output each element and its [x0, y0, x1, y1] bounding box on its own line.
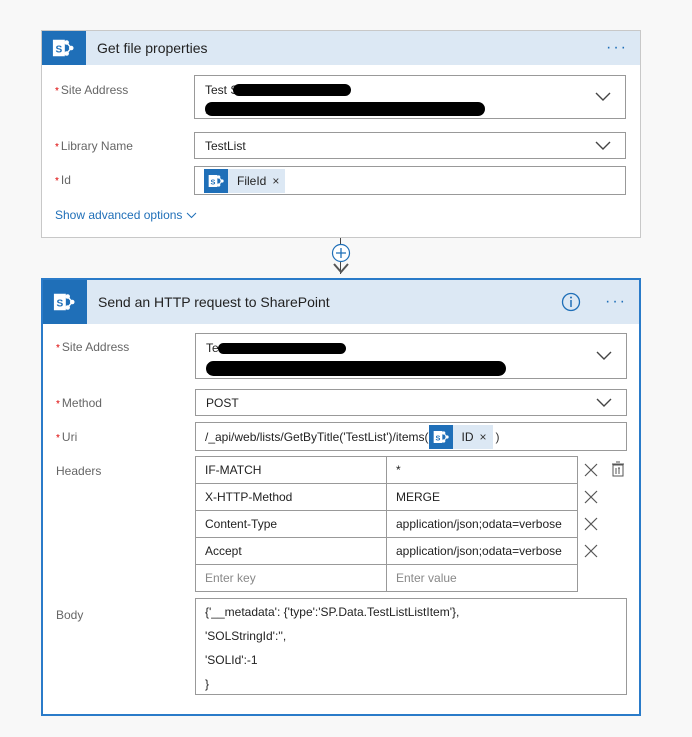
- body-line: {'__metadata': {'type':'SP.Data.TestList…: [205, 605, 460, 619]
- remove-header-icon[interactable]: [584, 463, 598, 477]
- uri-label: * Uri: [56, 430, 78, 444]
- id-input[interactable]: FileId ×: [194, 166, 626, 195]
- chevron-down-icon[interactable]: [596, 351, 612, 361]
- table-row: X-HTTP-Method MERGE: [195, 483, 578, 511]
- header-key-input[interactable]: Accept: [195, 537, 387, 565]
- table-row: Enter key Enter value: [195, 564, 578, 592]
- header-key-input[interactable]: X-HTTP-Method: [195, 483, 387, 511]
- fileid-token[interactable]: FileId ×: [204, 169, 286, 193]
- remove-header-icon[interactable]: [584, 490, 598, 504]
- body-line: 'SOLId':-1: [205, 653, 258, 667]
- site-address-dropdown[interactable]: Test htt: [195, 333, 627, 379]
- method-label: * Method: [56, 396, 102, 410]
- headers-table: IF-MATCH * X-HTTP-Method MERGE Content-Typ…: [195, 456, 578, 592]
- remove-header-icon[interactable]: [584, 544, 598, 558]
- chevron-down-icon[interactable]: [595, 92, 611, 102]
- remove-token-button[interactable]: ×: [272, 174, 285, 188]
- uri-text: /_api/web/lists/GetByTitle('TestList')/i…: [205, 429, 429, 444]
- more-options-button[interactable]: ···: [606, 39, 628, 57]
- redaction: [218, 343, 346, 354]
- chevron-down-icon[interactable]: [596, 398, 612, 408]
- remove-header-icon[interactable]: [584, 517, 598, 531]
- action-card-get-file-properties: Get file properties ··· * Site Address Te…: [41, 30, 641, 238]
- table-row: Content-Type application/json;odata=verbo…: [195, 510, 578, 538]
- arrow-down-icon: [333, 263, 349, 274]
- chevron-down-icon[interactable]: [595, 141, 611, 151]
- site-address-dropdown[interactable]: Test S htt: [194, 75, 626, 119]
- header-value-input[interactable]: *: [386, 456, 578, 484]
- chevron-down-icon: [186, 212, 197, 219]
- uri-input[interactable]: /_api/web/lists/GetByTitle('TestList')/i…: [195, 422, 627, 451]
- header-value-input[interactable]: application/json;odata=verbose: [386, 510, 578, 538]
- new-header-value-input[interactable]: Enter value: [386, 564, 578, 592]
- body-textarea[interactable]: {'__metadata': {'type':'SP.Data.TestList…: [195, 598, 627, 695]
- header-key-input[interactable]: Content-Type: [195, 510, 387, 538]
- sharepoint-icon: [428, 424, 453, 449]
- method-dropdown[interactable]: POST: [195, 389, 627, 416]
- header-value-input[interactable]: MERGE: [386, 483, 578, 511]
- card-header[interactable]: Send an HTTP request to SharePoint ···: [43, 280, 639, 324]
- library-name-value: TestList: [205, 139, 246, 153]
- token-label: ID: [461, 429, 474, 444]
- trash-icon[interactable]: [611, 461, 625, 477]
- id-label: * Id: [55, 173, 71, 187]
- redaction: [233, 84, 351, 96]
- header-key-input[interactable]: IF-MATCH: [195, 456, 387, 484]
- id-token[interactable]: ID ×: [428, 424, 493, 449]
- body-label: Body: [56, 608, 84, 622]
- add-step-plus-icon[interactable]: [331, 243, 351, 263]
- library-name-label: * Library Name: [55, 139, 133, 153]
- card-title: Get file properties: [97, 40, 208, 56]
- redaction: [206, 361, 506, 376]
- table-row: Accept application/json;odata=verbose: [195, 537, 578, 565]
- card-header[interactable]: Get file properties ···: [42, 31, 640, 65]
- remove-token-button[interactable]: ×: [480, 430, 493, 444]
- method-value: POST: [206, 396, 239, 410]
- body-line: 'SOLStringId':'',: [205, 629, 287, 643]
- library-name-dropdown[interactable]: TestList: [194, 132, 626, 159]
- site-address-label: * Site Address: [55, 83, 129, 97]
- token-label: FileId: [237, 174, 267, 188]
- site-address-label: * Site Address: [56, 340, 130, 354]
- sharepoint-logo-icon: [42, 31, 86, 65]
- show-advanced-options-link[interactable]: Show advanced options: [55, 208, 197, 222]
- info-icon[interactable]: [561, 292, 581, 312]
- redaction: [205, 102, 485, 116]
- sharepoint-logo-icon: [43, 280, 87, 324]
- action-card-send-http-request: Send an HTTP request to SharePoint ··· *…: [41, 278, 641, 716]
- header-value-input[interactable]: application/json;odata=verbose: [386, 537, 578, 565]
- body-line: }: [205, 677, 210, 691]
- more-options-button[interactable]: ···: [605, 293, 627, 311]
- headers-label: Headers: [56, 464, 102, 478]
- card-title: Send an HTTP request to SharePoint: [98, 294, 330, 310]
- new-header-key-input[interactable]: Enter key: [195, 564, 387, 592]
- uri-text-suffix: ): [495, 429, 500, 444]
- table-row: IF-MATCH *: [195, 456, 578, 484]
- sharepoint-icon: [204, 169, 228, 193]
